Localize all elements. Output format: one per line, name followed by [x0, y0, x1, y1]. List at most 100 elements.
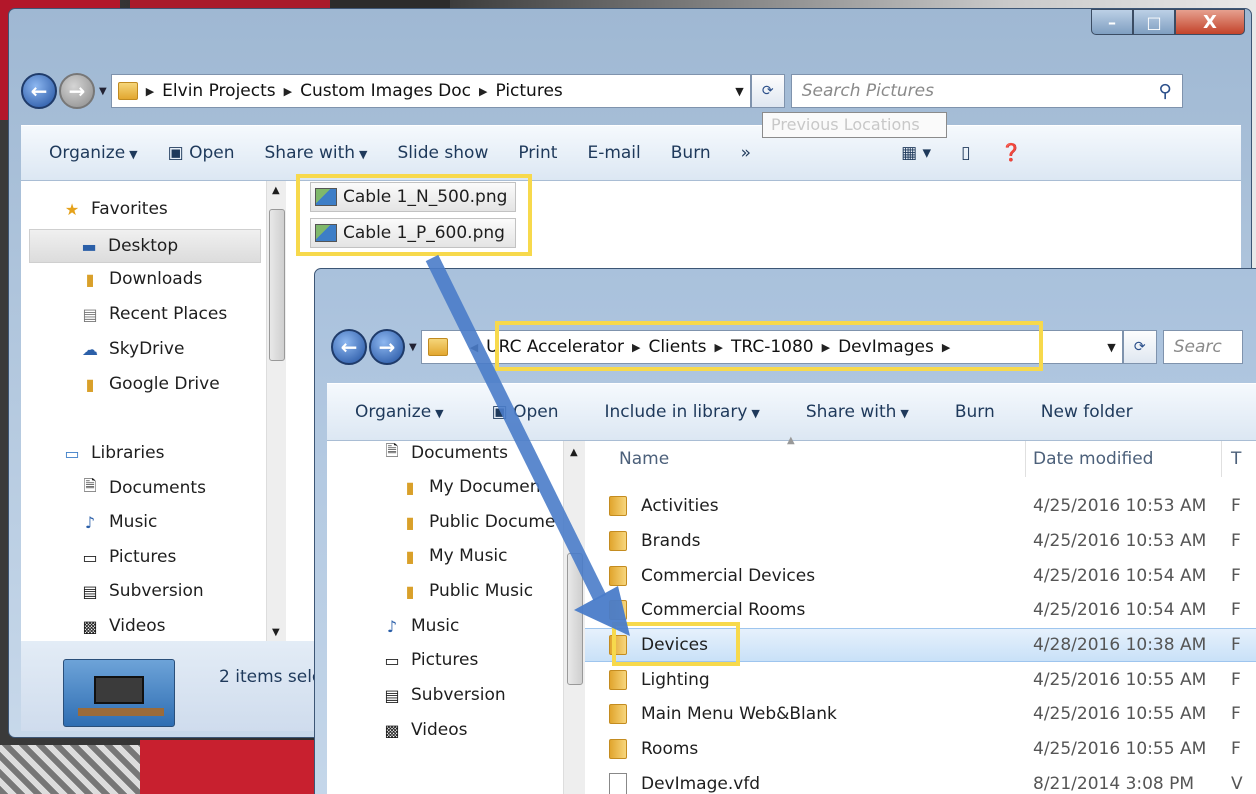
refresh-button[interactable]: ⟳: [1122, 330, 1157, 364]
scroll-thumb[interactable]: [269, 209, 285, 361]
navigation-pane: 🗎 Documents ▮ My Documen ▮ Public Docume ▮ M…: [327, 441, 563, 794]
image-file-icon: [315, 224, 337, 242]
forward-button[interactable]: →: [369, 329, 405, 365]
pictures-icon: ▭: [384, 650, 400, 670]
nav-subversion[interactable]: ▤ Subversion: [79, 581, 203, 601]
nav-libraries[interactable]: ▭ Libraries: [61, 443, 164, 463]
help-icon[interactable]: ❓: [1000, 143, 1021, 163]
organize-button[interactable]: Organize ▼: [355, 402, 444, 422]
file-item[interactable]: Cable 1_N_500.png: [310, 182, 516, 212]
breadcrumb-item[interactable]: Elvin Projects: [162, 81, 275, 101]
email-button[interactable]: E-mail: [587, 143, 640, 163]
nav-documents[interactable]: 🗎 Documents: [381, 441, 508, 463]
search-input[interactable]: Search Pictures ⚲: [790, 74, 1183, 108]
nav-videos[interactable]: ▩ Videos: [79, 616, 165, 636]
include-in-library-button[interactable]: Include in library ▼: [605, 402, 760, 422]
forward-button[interactable]: →: [59, 73, 95, 109]
preview-pane-icon[interactable]: ▯: [961, 143, 970, 163]
selection-thumbnail: [63, 659, 175, 727]
burn-button[interactable]: Burn: [671, 143, 711, 163]
nav-pictures[interactable]: ▭ Pictures: [79, 547, 176, 567]
open-button[interactable]: ▣ Open: [492, 402, 559, 422]
subversion-icon: ▤: [384, 685, 400, 705]
folder-icon: [609, 496, 627, 516]
nav-public-music[interactable]: ▮ Public Music: [399, 581, 534, 601]
libraries-icon: ▭: [64, 443, 80, 463]
downloads-icon: ▮: [85, 269, 95, 289]
nav-downloads[interactable]: ▮ Downloads: [79, 269, 203, 289]
highlight-destination-folder: [612, 622, 740, 666]
address-dropdown-icon[interactable]: ▼: [735, 85, 743, 98]
minimize-button[interactable]: –: [1091, 9, 1133, 35]
slide-show-button[interactable]: Slide show: [398, 143, 489, 163]
nav-pictures[interactable]: ▭ Pictures: [381, 650, 478, 670]
navigation-scrollbar[interactable]: ▲ ▼: [266, 181, 286, 641]
folder-icon: ▮: [405, 581, 415, 601]
google-drive-icon: ▮: [85, 374, 95, 394]
list-item[interactable]: Main Menu Web&Blank 4/25/2016 10:55 AM F: [585, 697, 1256, 731]
share-with-button[interactable]: Share with ▼: [265, 143, 368, 163]
list-item[interactable]: Commercial Devices 4/25/2016 10:54 AM F: [585, 559, 1256, 593]
music-icon: ♪: [84, 512, 96, 532]
nav-videos[interactable]: ▩ Videos: [381, 720, 467, 740]
nav-music[interactable]: ♪ Music: [381, 616, 459, 636]
close-button[interactable]: X: [1175, 9, 1245, 35]
cloud-icon: ☁: [82, 339, 98, 359]
nav-recent-places[interactable]: ▤ Recent Places: [79, 304, 227, 324]
new-folder-button[interactable]: New folder: [1041, 402, 1133, 422]
list-item[interactable]: Lighting 4/25/2016 10:55 AM F: [585, 663, 1256, 697]
nav-my-documents[interactable]: ▮ My Documen: [399, 477, 541, 497]
print-button[interactable]: Print: [518, 143, 557, 163]
navigation-scrollbar[interactable]: ▲: [563, 441, 585, 794]
file-icon: [609, 773, 627, 794]
back-button[interactable]: ←: [21, 73, 57, 109]
view-options-icon[interactable]: ▦ ▾: [901, 143, 931, 163]
nav-music[interactable]: ♪ Music: [79, 512, 157, 532]
nav-favorites[interactable]: ★ Favorites: [61, 199, 168, 219]
nav-google-drive[interactable]: ▮ Google Drive: [79, 374, 220, 394]
folder-icon: [609, 670, 627, 690]
navigation-bar: ← → ▼ ▶ Elvin Projects ▶ Custom Images Doc…: [21, 67, 1246, 115]
maximize-button[interactable]: □: [1133, 9, 1175, 35]
list-item[interactable]: Rooms 4/25/2016 10:55 AM F: [585, 732, 1256, 766]
scroll-down-icon[interactable]: ▼: [272, 627, 280, 638]
list-item[interactable]: DevImage.vfd 8/21/2014 3:08 PM V: [585, 767, 1256, 794]
file-item[interactable]: Cable 1_P_600.png: [310, 218, 516, 248]
share-with-button[interactable]: Share with ▼: [806, 402, 909, 422]
command-bar: Organize ▼ ▣ Open Include in library ▼ Sha…: [327, 383, 1256, 441]
refresh-button[interactable]: ⟳: [750, 74, 785, 108]
recent-pages-dropdown-icon[interactable]: ▼: [99, 86, 107, 97]
address-bar[interactable]: ▶ Elvin Projects ▶ Custom Images Doc ▶ Pict…: [110, 74, 751, 108]
organize-button[interactable]: Organize ▼: [49, 143, 138, 163]
nav-public-documents[interactable]: ▮ Public Docume: [399, 512, 556, 532]
scroll-thumb[interactable]: [567, 553, 583, 685]
folder-icon: [609, 739, 627, 759]
nav-my-music[interactable]: ▮ My Music: [399, 546, 508, 566]
folder-icon: [609, 600, 627, 620]
breadcrumb-item[interactable]: Custom Images Doc: [300, 81, 471, 101]
nav-subversion[interactable]: ▤ Subversion: [381, 685, 505, 705]
open-button[interactable]: ▣ Open: [168, 143, 235, 163]
column-date-modified[interactable]: Date modified: [1033, 449, 1153, 469]
address-dropdown-icon[interactable]: ▼: [1107, 341, 1115, 354]
scroll-up-icon[interactable]: ▲: [570, 447, 578, 458]
search-input[interactable]: Searc: [1162, 330, 1243, 364]
back-button[interactable]: ←: [331, 329, 367, 365]
list-item[interactable]: Brands 4/25/2016 10:53 AM F: [585, 524, 1256, 558]
document-icon: 🗎: [385, 441, 399, 460]
nav-desktop[interactable]: ▬ Desktop: [29, 229, 261, 263]
image-file-icon: [315, 188, 337, 206]
column-name[interactable]: Name: [619, 449, 669, 469]
column-type[interactable]: T: [1231, 449, 1241, 469]
nav-skydrive[interactable]: ☁ SkyDrive: [79, 339, 184, 359]
videos-icon: ▩: [384, 720, 400, 740]
nav-documents[interactable]: 🗎 Documents: [79, 476, 206, 499]
scroll-up-icon[interactable]: ▲: [272, 185, 280, 196]
folder-icon: [609, 704, 627, 724]
column-headers: ▲ Name Date modified T: [585, 435, 1256, 477]
more-commands-button[interactable]: »: [741, 143, 751, 163]
burn-button[interactable]: Burn: [955, 402, 995, 422]
breadcrumb-item[interactable]: Pictures: [495, 81, 562, 101]
list-item[interactable]: Activities 4/25/2016 10:53 AM F: [585, 489, 1256, 523]
recent-pages-dropdown-icon[interactable]: ▼: [409, 342, 417, 353]
